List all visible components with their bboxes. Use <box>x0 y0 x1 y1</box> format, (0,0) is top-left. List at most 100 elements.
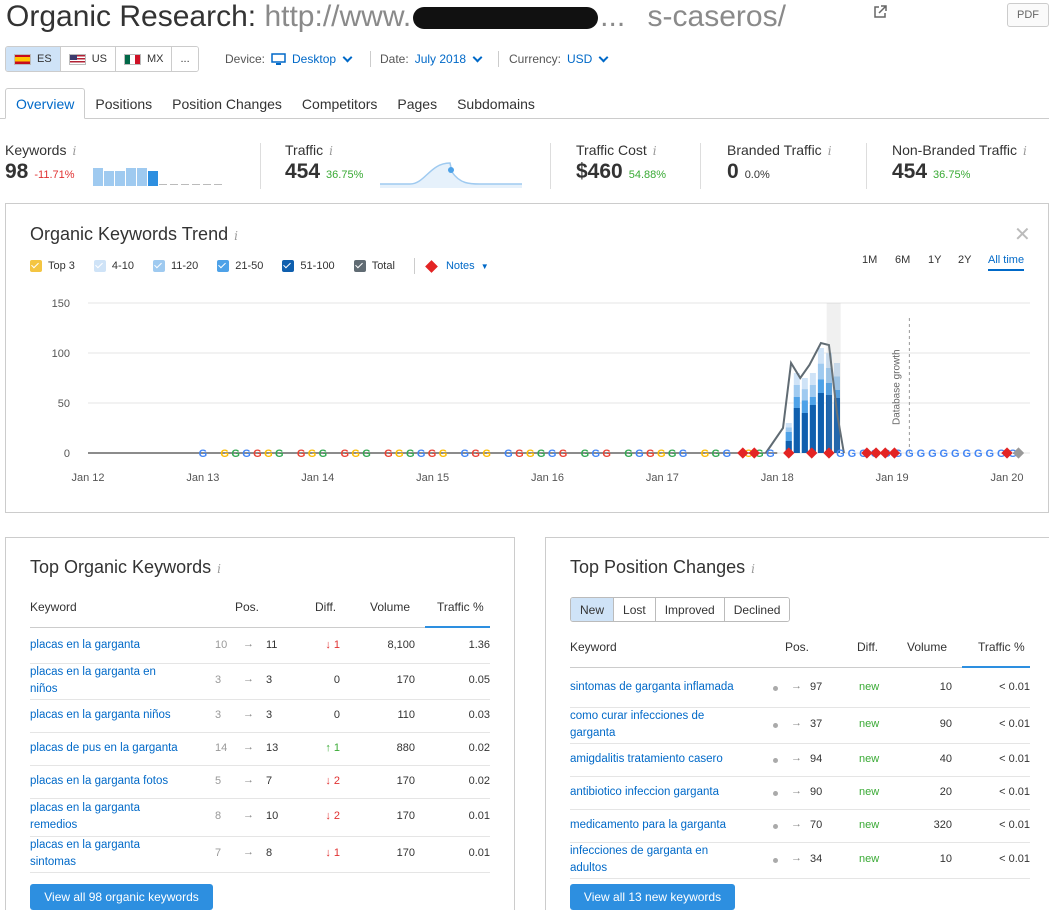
date-filter[interactable]: Date: July 2018 <box>380 52 483 66</box>
keyword-link[interactable]: sintomas de garganta inflamada <box>570 679 735 696</box>
col-traffic[interactable]: Traffic % <box>978 640 1025 654</box>
col-volume[interactable]: Volume <box>370 600 410 614</box>
keywords-metric[interactable]: Keywords i 98 -11.71% <box>5 142 76 184</box>
spark-bar <box>170 184 178 185</box>
segment-declined[interactable]: Declined <box>724 598 790 621</box>
keyword-link[interactable]: placas en la garganta <box>30 637 180 654</box>
legend-top3[interactable]: Top 3 <box>30 260 75 272</box>
legend-51-100[interactable]: 51-100 <box>282 260 335 272</box>
branded-traffic-metric[interactable]: Branded Traffic i 0 0.0% <box>727 142 832 184</box>
db-mx-button[interactable]: MX <box>115 47 173 71</box>
keyword-link[interactable]: medicamento para la garganta <box>570 817 735 834</box>
keyword-link[interactable]: placas en la garganta fotos <box>30 773 180 790</box>
range-6m[interactable]: 6M <box>895 254 910 266</box>
keyword-link[interactable]: placas en la garganta en niños <box>30 664 180 698</box>
previous-position: 7 <box>215 847 222 859</box>
keyword-link[interactable]: placas en la garganta sintomas <box>30 837 180 871</box>
db-mx-label: MX <box>146 53 164 65</box>
col-pos[interactable]: Pos. <box>785 640 809 654</box>
col-diff[interactable]: Diff. <box>315 600 336 614</box>
info-icon: i <box>234 229 238 243</box>
row-divider <box>570 809 1030 810</box>
legend-21-50[interactable]: 21-50 <box>217 260 263 272</box>
keyword-link[interactable]: placas en la garganta remedios <box>30 800 180 834</box>
tab-competitors[interactable]: Competitors <box>292 88 387 119</box>
device-filter[interactable]: Device: Desktop <box>225 52 353 66</box>
checkbox-icon <box>93 260 106 272</box>
google-update-icon: G <box>526 448 535 460</box>
divider <box>866 143 867 189</box>
segment-new[interactable]: New <box>571 598 615 621</box>
legend-total[interactable]: Total <box>353 260 395 272</box>
col-pos[interactable]: Pos. <box>235 600 259 614</box>
range-all-time[interactable]: All time <box>988 254 1025 271</box>
col-volume[interactable]: Volume <box>907 640 947 654</box>
sort-indicator <box>962 666 1030 668</box>
external-link-icon[interactable] <box>873 5 887 19</box>
tab-subdomains[interactable]: Subdomains <box>447 88 545 119</box>
traffic-value: 0.03 <box>468 708 490 721</box>
col-keyword[interactable]: Keyword <box>570 640 617 654</box>
range-2y[interactable]: 2Y <box>958 254 971 266</box>
col-diff[interactable]: Diff. <box>857 640 878 654</box>
db-more-button[interactable]: ... <box>172 47 198 71</box>
col-traffic[interactable]: Traffic % <box>437 600 484 614</box>
previous-position: 5 <box>215 774 222 787</box>
arrow-right-icon: → <box>243 846 254 858</box>
pdf-button[interactable]: PDF <box>1007 3 1049 27</box>
google-update-icon: G <box>974 448 983 460</box>
diff-value: new <box>859 680 880 693</box>
db-es-button[interactable]: ES <box>6 47 61 71</box>
currency-filter[interactable]: Currency: USD <box>509 52 609 66</box>
google-update-icon: G <box>712 448 721 460</box>
date-label: Date: <box>380 52 409 66</box>
db-us-button[interactable]: US <box>60 47 116 71</box>
trend-chart: 0 50 100 150 Jan 12 Jan 13 Jan 14 Jan 15 Jan 16 J… <box>52 298 1030 484</box>
close-icon[interactable]: ✕ <box>1014 222 1031 247</box>
traffic-value: 0.01 <box>468 847 490 859</box>
view-all-keywords-button[interactable]: View all 98 organic keywords <box>30 884 213 910</box>
traffic-value: 0.02 <box>468 774 490 787</box>
info-icon: i <box>329 144 333 158</box>
range-1y[interactable]: 1Y <box>928 254 941 266</box>
legend-11-20[interactable]: 11-20 <box>152 260 198 272</box>
keyword-link[interactable]: como curar infecciones de garganta <box>570 708 735 742</box>
traffic-metric[interactable]: Traffic i 454 36.75% <box>285 142 363 184</box>
position-value: 8 <box>266 847 273 859</box>
trend-title-text: Organic Keywords Trend <box>30 224 229 244</box>
position-value: 94 <box>810 752 823 765</box>
keyword-link[interactable]: placas en la garganta niños <box>30 707 180 724</box>
tab-position-changes[interactable]: Position Changes <box>162 88 292 119</box>
tab-pages[interactable]: Pages <box>387 88 447 119</box>
dot-icon <box>773 685 778 691</box>
y-tick-label: 150 <box>52 298 70 310</box>
non-branded-traffic-metric[interactable]: Non-Branded Traffic i 454 36.75% <box>892 142 1027 184</box>
arrow-right-icon: → <box>791 717 802 729</box>
view-all-new-keywords-button[interactable]: View all 13 new keywords <box>570 884 735 910</box>
keyword-link[interactable]: antibiotico infeccion garganta <box>570 784 735 801</box>
diff-value: ↓ 2 <box>325 774 340 787</box>
x-tick-label: Jan 12 <box>71 472 104 484</box>
range-1m[interactable]: 1M <box>862 254 877 266</box>
notes-dropdown[interactable]: Notes ▼ <box>425 259 489 273</box>
arrow-right-icon: → <box>791 852 802 864</box>
keyword-link[interactable]: infecciones de garganta en adultos <box>570 843 735 877</box>
volume-value: 170 <box>396 810 415 822</box>
keyword-link[interactable]: amigdalitis tratamiento casero <box>570 751 735 768</box>
keyword-link[interactable]: placas de pus en la garganta <box>30 740 180 757</box>
spark-bar <box>181 184 189 185</box>
divider <box>700 143 701 189</box>
traffic-cost-metric[interactable]: Traffic Cost i $460 54.88% <box>576 142 666 184</box>
diff-value: ↓ 1 <box>325 847 340 859</box>
segment-improved[interactable]: Improved <box>655 598 725 621</box>
x-tick-label: Jan 14 <box>301 472 334 484</box>
checkbox-icon <box>217 260 230 272</box>
segment-lost[interactable]: Lost <box>614 598 656 621</box>
diff-value: ↓ 1 <box>325 638 340 651</box>
google-update-icon: G <box>940 448 949 460</box>
col-keyword[interactable]: Keyword <box>30 600 77 614</box>
tab-overview[interactable]: Overview <box>5 88 86 119</box>
device-value: Desktop <box>292 52 337 66</box>
tab-positions[interactable]: Positions <box>85 88 162 119</box>
legend-4-10[interactable]: 4-10 <box>93 260 134 272</box>
